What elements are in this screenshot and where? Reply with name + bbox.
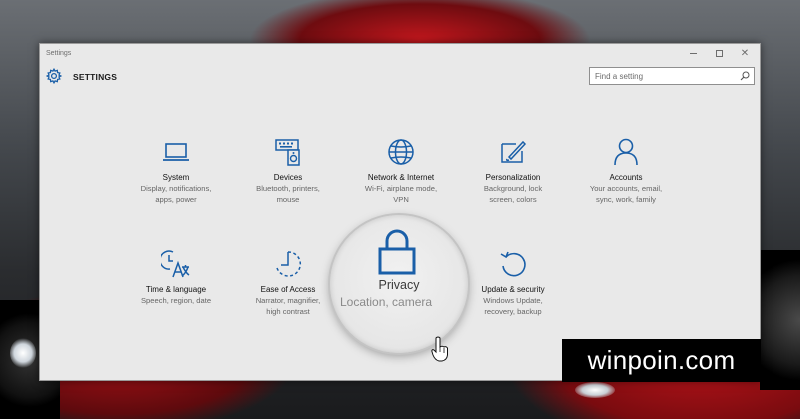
category-accounts[interactable]: Accounts Your accounts, email, sync, wor… [567, 136, 685, 205]
search-box[interactable] [589, 67, 755, 85]
category-personalization[interactable]: Personalization Background, lock screen,… [454, 136, 572, 205]
category-name: System [162, 173, 190, 182]
category-desc: apps, power [155, 195, 197, 204]
category-desc: Your accounts, email, [589, 184, 663, 193]
title-bar[interactable]: Settings ✕ [40, 44, 760, 62]
category-desc: Location, camera [340, 295, 433, 309]
close-icon: ✕ [740, 47, 750, 59]
category-desc: Speech, region, date [140, 296, 212, 305]
category-desc: Windows Update, [483, 296, 543, 305]
category-name: Network & Internet [367, 173, 435, 182]
wallpaper-tire [760, 250, 800, 390]
close-button[interactable]: ✕ [732, 44, 758, 62]
category-privacy[interactable]: Privacy Location, camera [330, 215, 468, 353]
minimize-button[interactable] [680, 44, 706, 62]
settings-window: Settings ✕ SETTINGS Find a setting Syste… [39, 43, 761, 381]
person-icon [610, 136, 642, 168]
wallpaper-headlight [575, 382, 615, 398]
window-title: Settings [46, 49, 72, 57]
category-name: Personalization [485, 173, 541, 182]
search-input[interactable] [590, 69, 730, 83]
category-desc: Narrator, magnifier, [255, 296, 321, 305]
category-system[interactable]: System Display, notifications, apps, pow… [117, 136, 235, 205]
category-name: Privacy [378, 278, 420, 292]
category-name: Time & language [145, 285, 207, 294]
paint-icon [497, 136, 529, 168]
category-desc: Display, notifications, [140, 184, 212, 193]
category-devices[interactable]: Devices Bluetooth, printers, mouse [229, 136, 347, 205]
category-desc: VPN [393, 195, 409, 204]
laptop-icon [160, 136, 192, 168]
category-desc: screen, colors [489, 195, 537, 204]
wallpaper-headlight [10, 338, 36, 368]
refresh-icon [497, 248, 529, 280]
category-name: Update & security [481, 285, 545, 294]
category-desc: recovery, backup [484, 307, 542, 316]
window-controls: ✕ [680, 44, 758, 62]
category-desc: Background, lock [483, 184, 543, 193]
page-title: SETTINGS [73, 72, 118, 82]
hand-cursor-icon [431, 336, 448, 362]
globe-icon [385, 136, 417, 168]
watermark: winpoin.com [562, 339, 761, 382]
category-desc: mouse [276, 195, 300, 204]
search-icon[interactable] [740, 71, 750, 81]
maximize-button[interactable] [706, 44, 732, 62]
category-update-security[interactable]: Update & security Windows Update, recove… [454, 248, 572, 317]
maximize-icon [715, 49, 723, 57]
category-desc: sync, work, family [596, 195, 656, 204]
category-name: Devices [273, 173, 303, 182]
category-time-language[interactable]: Time & language Speech, region, date [117, 248, 235, 306]
clock-language-icon [160, 248, 192, 280]
category-name: Accounts [609, 173, 643, 182]
gear-icon [46, 68, 62, 84]
ease-of-access-icon [272, 248, 304, 280]
category-desc: Bluetooth, printers, [256, 184, 320, 193]
devices-icon [272, 136, 304, 168]
category-desc: high contrast [266, 307, 310, 316]
settings-header: SETTINGS [40, 62, 760, 92]
lock-icon [378, 229, 416, 275]
category-desc: Wi-Fi, airplane mode, [364, 184, 438, 193]
minimize-icon [689, 52, 697, 54]
category-network[interactable]: Network & Internet Wi-Fi, airplane mode,… [342, 136, 460, 205]
